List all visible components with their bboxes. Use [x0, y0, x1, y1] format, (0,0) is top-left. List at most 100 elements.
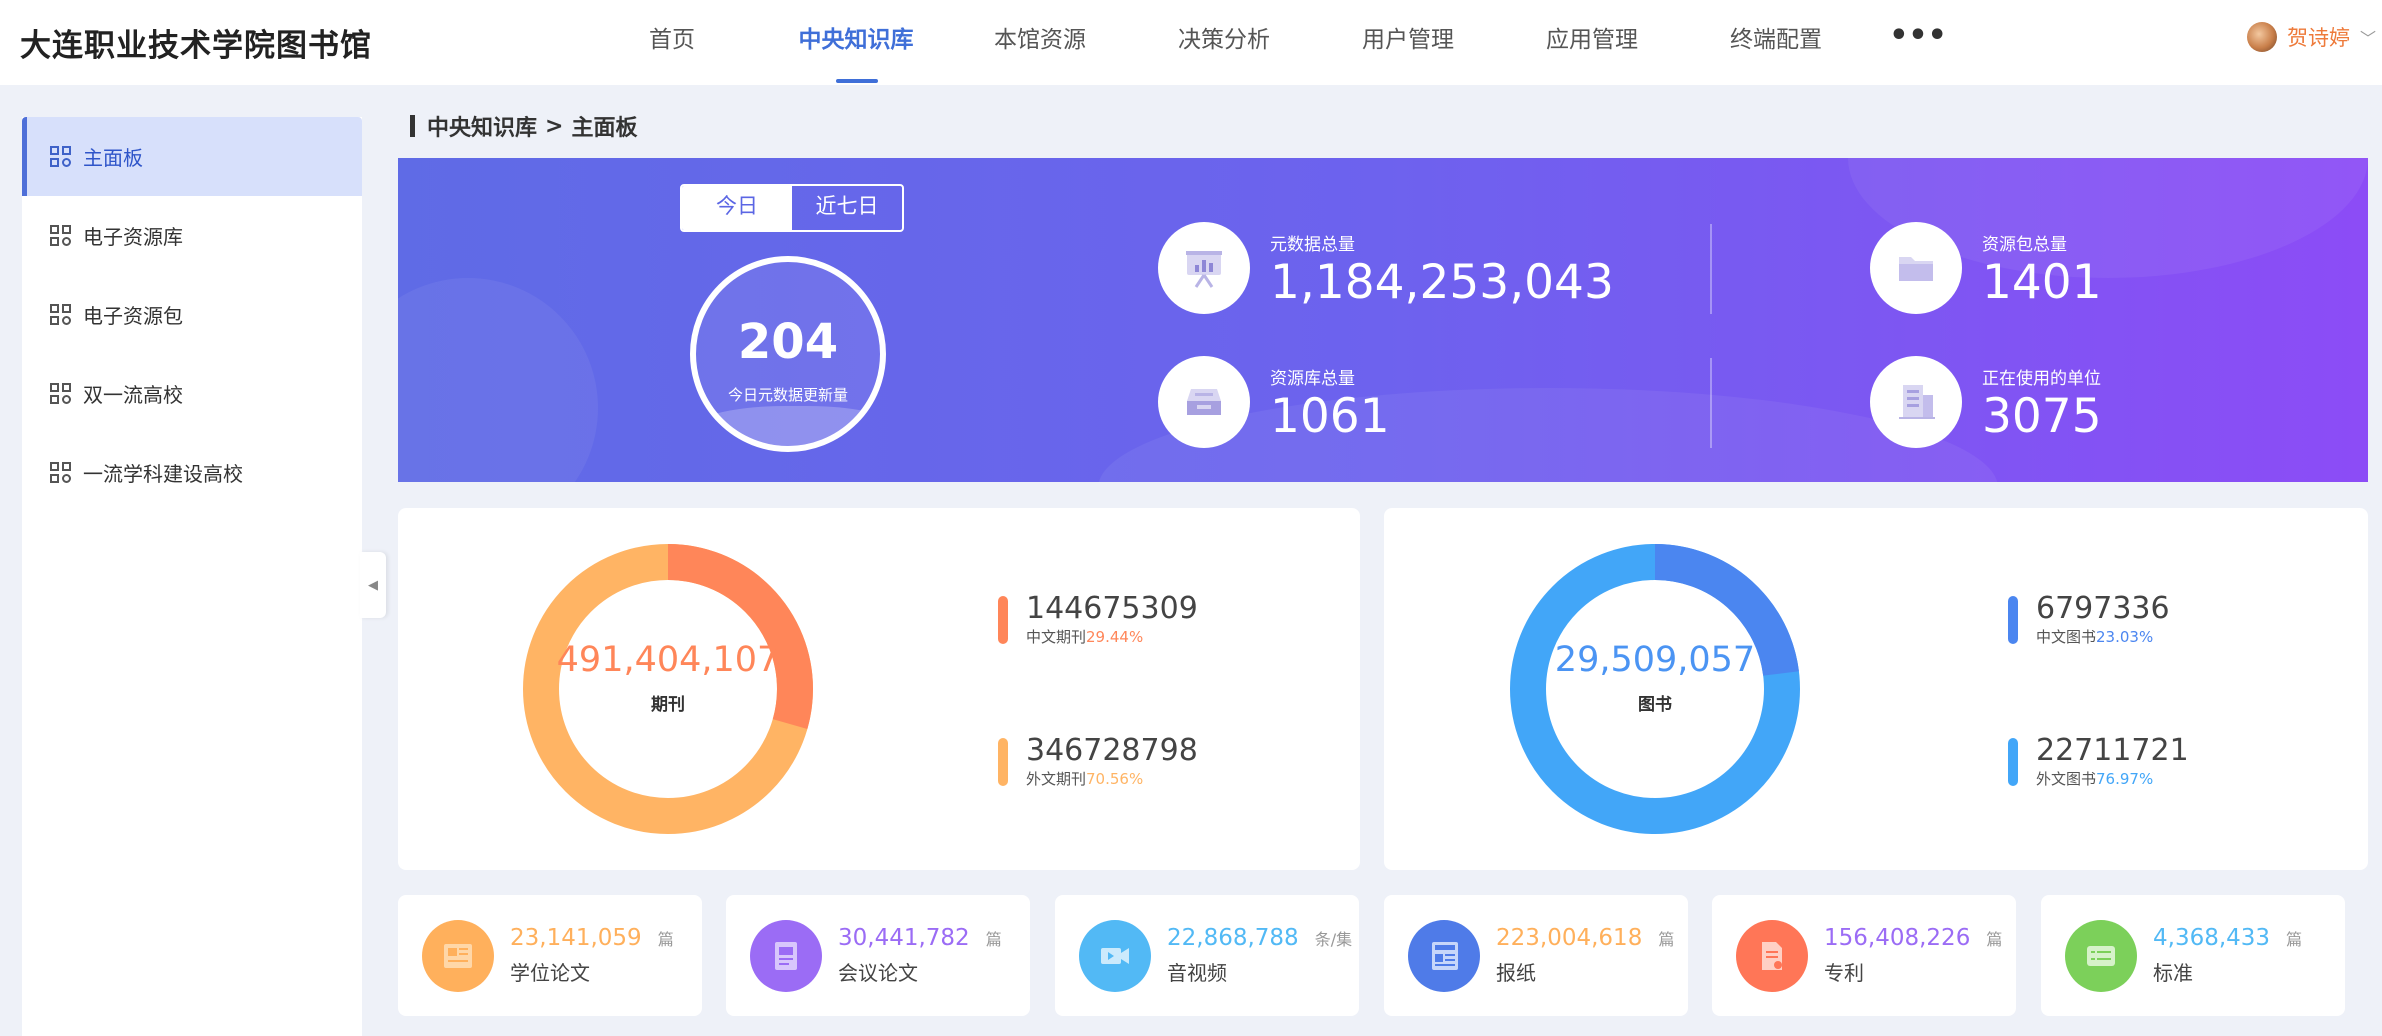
journals-card: 491,404,107 期刊 144675309 中文期刊29.44% 3467…: [398, 508, 1360, 870]
resource-value: 156,408,226: [1824, 925, 1971, 951]
stat-label: 资源库总量: [1270, 368, 1355, 389]
legend-label: 外文图书: [2036, 770, 2097, 788]
legend-item: 22711721 外文图书76.97%: [2008, 734, 2189, 789]
stat-label: 资源包总量: [1982, 234, 2067, 255]
resource-value: 23,141,059: [510, 925, 642, 951]
sidebar: 主面板 电子资源库 电子资源包 双一流高校 一流学科建设高校: [22, 117, 362, 1036]
breadcrumb: 中央知识库 > 主面板: [410, 110, 637, 142]
nav-app-management[interactable]: 应用管理: [1500, 0, 1684, 85]
stat-value: 1061: [1270, 388, 1390, 444]
resource-card-standards[interactable]: 4,368,433 篇 标准: [2041, 895, 2345, 1016]
journals-total: 491,404,107: [556, 640, 780, 680]
nav-user-management[interactable]: 用户管理: [1316, 0, 1500, 85]
books-label: 图书: [1638, 695, 1672, 715]
nav-decision-analysis[interactable]: 决策分析: [1132, 0, 1316, 85]
resource-label: 报纸: [1496, 961, 1536, 985]
legend-item: 144675309 中文期刊29.44%: [998, 592, 1198, 647]
resource-card-av[interactable]: 22,868,788 条/集 音视频: [1055, 895, 1359, 1016]
stat-label: 元数据总量: [1270, 234, 1355, 255]
sidebar-item-e-resource-pack[interactable]: 电子资源包: [22, 275, 362, 354]
period-toggle: 今日 近七日: [680, 184, 904, 232]
resource-card-newspapers[interactable]: 223,004,618 篇 报纸: [1384, 895, 1688, 1016]
chevron-down-icon[interactable]: ﹀: [2360, 25, 2376, 49]
toggle-week[interactable]: 近七日: [792, 186, 902, 230]
breadcrumb-current: 主面板: [571, 116, 638, 141]
stat-pack-total: 资源包总量 1401: [1870, 222, 2102, 314]
app-title: 大连职业技术学院图书馆: [20, 28, 372, 64]
resource-unit: 篇: [1986, 930, 2003, 949]
legend-item: 346728798 外文期刊70.56%: [998, 734, 1198, 789]
patent-file-icon: [1736, 919, 1808, 992]
legend-marker: [2008, 596, 2018, 644]
sidebar-item-label: 一流学科建设高校: [83, 462, 243, 486]
resource-card-conference[interactable]: 30,441,782 篇 会议论文: [726, 895, 1030, 1016]
resource-unit: 篇: [2286, 930, 2303, 949]
legend-label: 中文期刊: [1026, 628, 1087, 646]
divider: [1710, 224, 1712, 314]
summary-banner: 今日 近七日 204 今日元数据更新量 元数据总量 1,184,253,043 …: [398, 158, 2368, 482]
resource-unit: 篇: [1658, 930, 1675, 949]
resource-value: 30,441,782: [838, 925, 970, 951]
top-bar: 大连职业技术学院图书馆 首页 中央知识库 本馆资源 决策分析 用户管理 应用管理…: [0, 0, 2382, 85]
journals-center: 491,404,107 期刊: [513, 640, 823, 715]
video-camera-icon: [1079, 919, 1151, 992]
sidebar-item-label: 电子资源包: [83, 304, 183, 328]
resource-value: 223,004,618: [1496, 925, 1643, 951]
breadcrumb-section[interactable]: 中央知识库: [427, 110, 537, 142]
news-icon: [1408, 919, 1480, 992]
today-update-count: 204: [737, 314, 839, 370]
username[interactable]: 贺诗婷: [2287, 22, 2350, 52]
avatar[interactable]: [2246, 22, 2277, 52]
legend-value: 144675309: [1026, 591, 1198, 626]
sidebar-collapse-button[interactable]: ◀: [360, 552, 386, 618]
sidebar-item-label: 电子资源库: [83, 225, 183, 249]
resource-unit: 篇: [985, 930, 1002, 949]
stat-value: 1401: [1982, 254, 2102, 310]
grid-icon: [50, 382, 72, 405]
legend-label: 中文图书: [2036, 628, 2097, 646]
wave-decoration: [696, 406, 880, 446]
more-menu-button[interactable]: •••: [1868, 0, 1968, 85]
resource-card-patents[interactable]: 156,408,226 篇 专利: [1712, 895, 2016, 1016]
grid-icon: [50, 303, 72, 326]
legend-marker: [998, 738, 1008, 786]
journals-label: 期刊: [651, 695, 685, 715]
books-total: 29,509,057: [1554, 640, 1756, 680]
legend-marker: [998, 596, 1008, 644]
stat-metadata-total: 元数据总量 1,184,253,043: [1158, 222, 1614, 314]
sidebar-item-e-resource-db[interactable]: 电子资源库: [22, 196, 362, 275]
nav-terminal-config[interactable]: 终端配置: [1684, 0, 1868, 85]
banner-decoration: [398, 278, 598, 482]
resource-unit: 条/集: [1314, 930, 1353, 949]
stat-value: 1,184,253,043: [1270, 254, 1614, 310]
resource-value: 22,868,788: [1167, 925, 1299, 951]
nav-local-resources[interactable]: 本馆资源: [948, 0, 1132, 85]
legend-value: 346728798: [1026, 733, 1198, 768]
resource-unit: 篇: [657, 930, 674, 949]
nav-central-knowledge[interactable]: 中央知识库: [764, 0, 948, 85]
legend-value: 22711721: [2036, 733, 2189, 768]
building-icon: [1870, 356, 1962, 448]
main-nav: 首页 中央知识库 本馆资源 决策分析 用户管理 应用管理 终端配置 •••: [580, 0, 1968, 85]
sidebar-item-label: 主面板: [83, 146, 143, 170]
user-menu[interactable]: 贺诗婷 ﹀: [2246, 22, 2382, 52]
toggle-today[interactable]: 今日: [682, 186, 792, 230]
books-card: 29,509,057 图书 6797336 中文图书23.03% 2271172…: [1384, 508, 2368, 870]
presentation-chart-icon: [1158, 222, 1250, 314]
resource-label: 会议论文: [838, 961, 918, 985]
breadcrumb-separator: >: [545, 113, 564, 139]
sidebar-item-double-first-class[interactable]: 双一流高校: [22, 354, 362, 433]
sidebar-item-dashboard[interactable]: 主面板: [22, 117, 362, 196]
nav-home[interactable]: 首页: [580, 0, 764, 85]
sidebar-item-first-class-discipline[interactable]: 一流学科建设高校: [22, 433, 362, 512]
resource-card-theses[interactable]: 23,141,059 篇 学位论文: [398, 895, 702, 1016]
legend-percent: 76.97%: [2096, 770, 2154, 788]
grid-icon: [50, 145, 72, 168]
newspaper-icon: [422, 919, 494, 992]
stat-label: 正在使用的单位: [1982, 368, 2101, 389]
books-center: 29,509,057 图书: [1500, 640, 1810, 715]
legend-percent: 70.56%: [1086, 770, 1144, 788]
resource-label: 标准: [2153, 961, 2193, 985]
legend-item: 6797336 中文图书23.03%: [2008, 592, 2170, 647]
sidebar-item-label: 双一流高校: [83, 383, 183, 407]
